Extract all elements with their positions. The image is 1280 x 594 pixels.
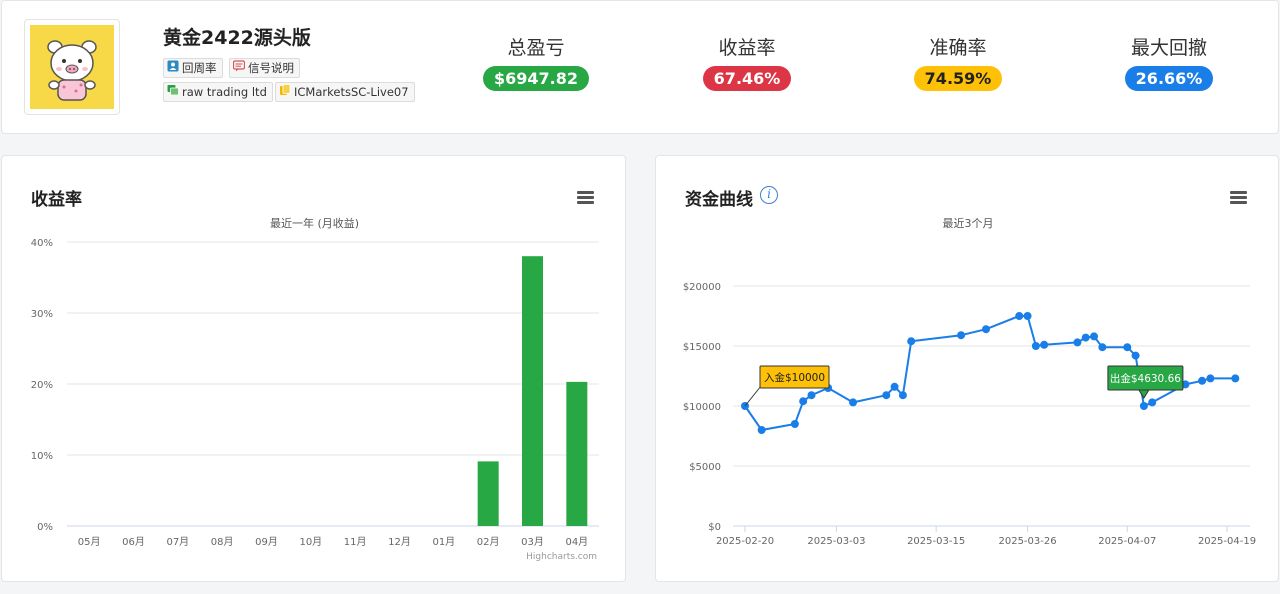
stat-label: 总盈亏: [507, 37, 565, 59]
data-point: [1081, 333, 1090, 342]
x-tick-label: 2025-04-19: [1198, 536, 1256, 547]
signal-desc-tag[interactable]: 信号说明: [229, 58, 300, 78]
data-point: [1131, 351, 1140, 360]
data-point: [849, 398, 858, 407]
x-tick-label: 01月: [432, 536, 455, 548]
user-card-icon: [167, 59, 179, 77]
stat-return-rate: 收益率 67.46%: [667, 33, 827, 91]
data-point: [1148, 398, 1157, 407]
data-point: [1031, 342, 1040, 350]
withdrawal-annotation-label: 出金$4630.66: [1110, 372, 1181, 385]
signal-avatar: [24, 19, 120, 115]
data-point: [890, 382, 899, 391]
deposit-annotation-label: 入金$10000: [764, 371, 825, 384]
x-tick-label: 07月: [166, 536, 189, 548]
x-tick-label: 03月: [521, 536, 544, 548]
annotation-pointer: [1137, 389, 1150, 399]
data-point: [1231, 374, 1240, 383]
server-icon: [279, 83, 291, 101]
data-point: [757, 426, 766, 434]
annotation-connector: [744, 385, 762, 407]
signal-desc-tag-label: 信号说明: [248, 61, 294, 75]
x-tick-label: 2025-04-07: [1098, 536, 1156, 547]
returns-bar-chart: Highcharts.com 0% 10% 20% 30% 40% 05月 06月 07月 08…: [31, 238, 599, 562]
stat-value-badge: 74.59%: [913, 66, 1003, 91]
turnover-tag-label: 回周率: [182, 61, 217, 75]
y-tick-label: 10%: [31, 451, 53, 462]
stat-label: 最大回撤: [1130, 37, 1207, 59]
data-point: [1040, 340, 1049, 349]
message-icon: [232, 59, 246, 77]
data-point: [1023, 312, 1032, 320]
data-point: [1098, 343, 1107, 352]
y-tick-label: 20%: [31, 380, 53, 391]
data-point: [1198, 376, 1207, 385]
x-tick-label: 2025-03-03: [807, 536, 865, 547]
x-tick-label: 2025-02-20: [716, 536, 774, 547]
stat-max-drawdown: 最大回撤 26.66%: [1089, 33, 1249, 91]
y-tick-label: $10000: [683, 402, 721, 413]
x-tick-label: 2025-03-26: [998, 536, 1056, 547]
x-tick-label: 11月: [344, 536, 367, 548]
data-point: [807, 391, 816, 400]
x-tick-label: 02月: [477, 536, 500, 548]
pig-avatar-icon: [47, 40, 97, 101]
x-tick-label: 2025-03-15: [907, 536, 965, 547]
x-tick-label: 12月: [388, 536, 411, 548]
data-point: [882, 391, 891, 400]
server-tag-label: ICMarketsSC-Live07: [294, 85, 409, 99]
server-tag: ICMarketsSC-Live07: [275, 82, 415, 102]
broker-tag: raw trading ltd: [163, 82, 273, 102]
bar: [566, 381, 588, 526]
x-tick-label: 08月: [211, 536, 234, 548]
data-point: [957, 331, 966, 340]
y-tick-label: $15000: [683, 342, 721, 353]
y-tick-label: 0%: [37, 522, 53, 533]
stat-accuracy: 准确率 74.59%: [878, 33, 1038, 91]
stat-value-badge: 26.66%: [1124, 66, 1214, 91]
data-point: [907, 337, 916, 346]
x-tick-label: 06月: [122, 536, 145, 548]
bar: [477, 461, 499, 526]
equity-chart-card: 资金曲线 i 最近3个月 $0 $5000 $10000 $15000 $20000 20…: [655, 155, 1279, 582]
data-point: [1206, 374, 1215, 383]
stat-value-badge: $6947.82: [482, 66, 589, 91]
turnover-tag[interactable]: 回周率: [163, 58, 223, 78]
data-point: [1015, 312, 1024, 320]
chart-credit: Highcharts.com: [526, 552, 597, 562]
returns-chart-card: 收益率 最近一年 (月收益) Highcharts.com 0% 10% 20% 30…: [1, 155, 626, 582]
broker-tag-label: raw trading ltd: [182, 85, 267, 99]
signal-name: 黄金2422源头版: [163, 27, 311, 49]
data-point: [1139, 402, 1148, 410]
y-tick-label: $20000: [683, 282, 721, 293]
data-point: [1090, 332, 1099, 341]
y-tick-label: $0: [708, 522, 721, 533]
data-point: [1123, 343, 1132, 352]
y-tick-label: 30%: [31, 309, 53, 320]
stat-label: 准确率: [929, 37, 987, 59]
bar: [522, 256, 543, 526]
data-point: [982, 325, 990, 334]
signal-summary-card: 黄金2422源头版 回周率 信号说明 raw trading ltd ICMar…: [1, 0, 1279, 134]
data-point: [1073, 338, 1082, 347]
stat-value-badge: 67.46%: [702, 66, 792, 91]
x-tick-label: 10月: [299, 536, 322, 548]
data-point: [898, 391, 907, 400]
broker-icon: [167, 83, 179, 101]
x-tick-label: 09月: [255, 536, 278, 548]
stat-label: 收益率: [718, 37, 776, 59]
y-tick-label: 40%: [31, 238, 53, 249]
data-point: [799, 397, 808, 406]
y-tick-label: $5000: [689, 462, 721, 473]
equity-line-chart: $0 $5000 $10000 $15000 $20000 2025-02-20 2025-…: [683, 282, 1256, 547]
x-tick-label: 05月: [78, 536, 101, 548]
stat-total-pnl: 总盈亏 $6947.82: [456, 33, 616, 91]
x-tick-label: 04月: [565, 536, 588, 548]
data-point: [790, 420, 799, 428]
